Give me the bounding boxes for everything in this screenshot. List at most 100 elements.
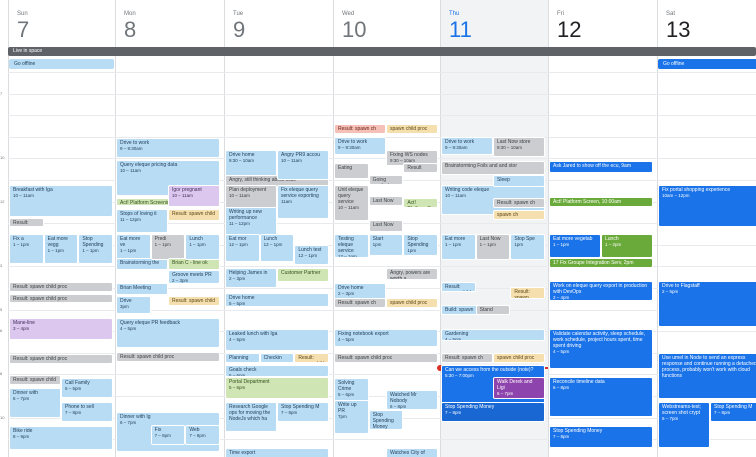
calendar-event[interactable]: Drive 3pm xyxy=(116,296,151,314)
calendar-event[interactable]: Stop Spending Money7 – 8pm xyxy=(368,410,404,430)
calendar-event[interactable]: Result: spawn ch xyxy=(334,124,386,134)
calendar-event[interactable]: Call Family 5 – 5pm xyxy=(61,378,113,398)
calendar-event[interactable]: Eating xyxy=(334,163,369,179)
day-number-label[interactable]: 7 xyxy=(17,18,29,42)
calendar-event[interactable]: Drive to work 9 – 9:30am xyxy=(116,138,220,158)
calendar-event[interactable]: Result: spawn child xyxy=(9,375,61,385)
calendar-event[interactable]: Last Now store 9:30 – 10am xyxy=(493,137,545,157)
calendar-event[interactable]: Eat more ve 1 – 1pm xyxy=(116,234,151,260)
calendar-event[interactable]: Angry PR9 accou 10 – 11am xyxy=(277,150,329,180)
calendar-event[interactable]: Predi 1 – 1pm xyxy=(150,234,186,260)
calendar-event[interactable]: Start 1pm xyxy=(368,234,404,256)
calendar-event[interactable]: Result: spawn child proc xyxy=(9,294,113,303)
day-number-label[interactable]: 11 xyxy=(449,18,472,42)
calendar-event[interactable]: Planning xyxy=(225,353,260,363)
day-header-sat[interactable]: Sat 13 xyxy=(657,0,756,46)
calendar-event[interactable]: Research Google ops for moving the NodeJ… xyxy=(225,402,277,432)
calendar-event[interactable]: Igor pregnant 10 – 11am xyxy=(168,185,220,207)
day-header-wed[interactable]: Wed 10 xyxy=(333,0,440,46)
calendar-event[interactable]: Result: spawn child proc xyxy=(9,354,113,364)
calendar-event[interactable]: Webstreams-test; screen shot crypt 6 – 7p… xyxy=(658,402,710,448)
calendar-event[interactable]: Use umel in Node to send an express resp… xyxy=(658,353,756,399)
calendar-event[interactable]: Last Now 1 – 1pm xyxy=(475,234,511,260)
calendar-event[interactable]: Result: spawn child xyxy=(168,209,220,221)
calendar-event[interactable]: Fix a1 – 1pm xyxy=(9,234,44,264)
calendar-event[interactable]: Stop Spending 1 – 1pm xyxy=(78,234,113,264)
calendar-event[interactable]: Mane-line 3 – 4pm xyxy=(9,318,113,340)
calendar-event[interactable]: Time export xyxy=(225,448,329,457)
calendar-event[interactable]: Last Now xyxy=(368,220,404,232)
calendar-event[interactable]: Brian Meeting xyxy=(116,283,168,295)
calendar-event[interactable]: spawn child proc xyxy=(493,353,545,363)
calendar-event[interactable]: Fixing notebook export 4 – 5pm xyxy=(334,329,438,347)
calendar-event[interactable]: Watches City of xyxy=(386,448,438,457)
day-header-fri[interactable]: Fri 12 xyxy=(548,0,657,46)
calendar-event[interactable]: Reconcile timeline data 6 – 8pm xyxy=(549,377,653,417)
all-day-event-chip[interactable]: Go offline xyxy=(9,59,114,69)
calendar-event[interactable]: Unit eleque query service 10 – 11am xyxy=(334,185,369,221)
calendar-event[interactable]: Result: spawn xyxy=(510,287,545,299)
calendar-event[interactable]: Result: spawn ch xyxy=(334,298,386,308)
calendar-event[interactable]: Result: spawn ch xyxy=(441,353,493,363)
calendar-event[interactable]: Groove meets PR 2 – 3pm xyxy=(168,270,220,284)
calendar-event[interactable]: Fix 7 – 8pm xyxy=(150,425,186,445)
calendar-event[interactable]: Query eleque PR feedback 4 – 5pm xyxy=(116,318,220,348)
calendar-event[interactable]: Write up PR 7pm xyxy=(334,400,369,434)
calendar-event[interactable]: Result: spawn child proc xyxy=(9,282,113,292)
calendar-event[interactable]: Helping James in 2 – 3pm xyxy=(225,268,277,288)
calendar-event[interactable]: Result: spawn ch xyxy=(493,198,545,208)
calendar-event[interactable]: spawn child proc xyxy=(386,298,438,308)
calendar-event[interactable]: Breakfast with Iga 10 – 11am xyxy=(9,185,113,217)
calendar-event[interactable]: Fix portal shopping experience 10am – 12p… xyxy=(658,185,756,227)
calendar-event[interactable]: Customer Partner xyxy=(277,268,329,282)
calendar-event[interactable]: Stop Spending Money7 – 8pm xyxy=(441,402,545,422)
calendar-event[interactable]: Result: spawn child proc xyxy=(294,353,329,363)
calendar-event[interactable]: Bike ride 8 – 9pm xyxy=(9,426,113,450)
calendar-event[interactable]: Stops of loving it 11 – 12pm xyxy=(116,209,168,233)
calendar-event[interactable]: Result: spawn child proc xyxy=(334,353,438,363)
calendar-event[interactable]: Result: spawn child xyxy=(441,282,476,292)
calendar-event[interactable]: Stop Spe 1pm xyxy=(510,234,545,260)
calendar-event[interactable]: Work on eleque query export in productio… xyxy=(549,281,653,301)
day-number-label[interactable]: 13 xyxy=(666,18,690,42)
calendar-event[interactable]: Web 7 – 8pm xyxy=(185,425,220,445)
calendar-event[interactable]: Stop Spending M7 – 8pm xyxy=(710,402,756,422)
calendar-event[interactable]: Stop Spending Money7 – 8pm xyxy=(549,426,653,448)
calendar-event[interactable]: Brainstorming Foils and and stor xyxy=(441,161,545,175)
calendar-event[interactable]: Result: spawn child xyxy=(168,296,220,306)
day-number-label[interactable]: 8 xyxy=(124,18,136,42)
calendar-event[interactable]: Angry, powers are worth a xyxy=(386,268,438,280)
calendar-event[interactable]: Testing eleque service 12 – 1pm xyxy=(334,234,369,258)
calendar-event[interactable]: Eat mor 12 – 1pm xyxy=(225,234,260,262)
calendar-event[interactable]: Going product xyxy=(368,175,404,185)
calendar-event[interactable]: Checkin xyxy=(259,353,295,363)
calendar-event[interactable]: Phone to sell 7 – 8pm xyxy=(61,402,113,422)
calendar-event[interactable]: Drive to Flagstaff 2 – 5pm xyxy=(658,281,756,327)
calendar-event[interactable]: Sleep xyxy=(493,175,545,187)
calendar-event[interactable]: Watched Mr Nobody 6 – 8pm xyxy=(386,390,438,410)
calendar-event[interactable]: Ask Jared to show off the ecu, 9am xyxy=(549,161,653,173)
day-header-thu[interactable]: Thu 11 xyxy=(440,0,548,46)
calendar-event[interactable]: Goals check 5 – 6pm xyxy=(225,365,329,377)
calendar-event[interactable]: Eat more 1 – 1pm xyxy=(441,234,476,260)
day-header-tue[interactable]: Tue 9 xyxy=(224,0,333,46)
calendar-event[interactable]: Gardening 4 – 5pm xyxy=(441,329,545,341)
calendar-event[interactable]: Result: spawn child proc xyxy=(116,352,220,362)
calendar-event[interactable]: spawn child proc xyxy=(386,124,438,134)
day-header-sun[interactable]: Sun 7 xyxy=(8,0,115,46)
calendar-event[interactable]: Drive to work 9 – 9:30am xyxy=(441,137,493,155)
calendar-event[interactable]: Fix eleque query service exporting 11am xyxy=(277,185,329,219)
calendar-event[interactable]: spawn ch xyxy=(493,210,545,220)
calendar-event[interactable]: Last Now xyxy=(368,196,404,206)
calendar-event[interactable]: Eat more vegetab 1 – 1pm xyxy=(549,234,601,258)
day-number-label[interactable]: 9 xyxy=(233,18,245,42)
calendar-event[interactable]: Act! Platform Screen, 10:00am xyxy=(549,197,653,207)
calendar-event[interactable]: Act! Platform Sc xyxy=(403,198,438,208)
calendar-event[interactable]: Lunch 1 – 2pm xyxy=(601,234,653,258)
calendar-event[interactable]: Lunch test 12 – 1pm xyxy=(294,245,329,265)
calendar-event[interactable]: Stop Spending 1pm xyxy=(403,234,438,256)
calendar-event[interactable]: Dinner with 6 – 7pm xyxy=(9,388,61,418)
calendar-event[interactable]: Result: spawn ch xyxy=(9,218,44,227)
calendar-event[interactable]: Drive home 5 – 5pm xyxy=(225,293,329,307)
calendar-event[interactable]: Stop Spending M7 – 8pm xyxy=(277,402,329,422)
